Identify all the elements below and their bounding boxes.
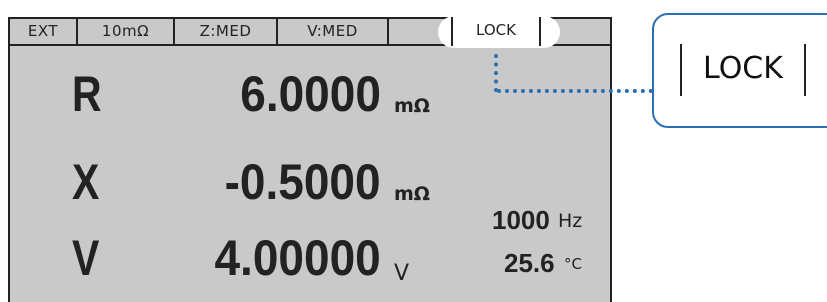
callout-connector-horizontal xyxy=(497,89,653,93)
lcd-display: EXT 10mΩ Z:MED V:MED LOCK R 6.0000 mΩ X … xyxy=(8,16,612,302)
x-unit: mΩ xyxy=(394,183,430,205)
temperature-value: 25.6 xyxy=(504,248,555,278)
r-param-label: R xyxy=(72,66,102,122)
r-unit: mΩ xyxy=(394,95,430,117)
v-value: 4.00000 xyxy=(214,230,381,286)
temperature-unit: °C xyxy=(564,255,582,273)
v-speed-indicator: V:MED xyxy=(278,19,389,44)
trigger-indicator: EXT xyxy=(10,19,78,44)
callout-connector-vertical xyxy=(494,54,498,92)
frequency-value: 1000 xyxy=(492,205,550,235)
z-speed-indicator: Z:MED xyxy=(175,19,278,44)
v-param-label: V xyxy=(72,230,100,286)
range-indicator: 10mΩ xyxy=(78,19,175,44)
frequency-unit: Hz xyxy=(558,210,583,232)
x-param-label: X xyxy=(72,154,100,210)
x-value: -0.5000 xyxy=(224,154,381,210)
lock-indicator: LOCK xyxy=(451,17,541,46)
status-bar: EXT 10mΩ Z:MED V:MED LOCK xyxy=(10,16,610,48)
r-value: 6.0000 xyxy=(240,66,381,122)
v-unit: V xyxy=(394,261,410,286)
callout-lock-indicator: LOCK xyxy=(680,44,806,96)
